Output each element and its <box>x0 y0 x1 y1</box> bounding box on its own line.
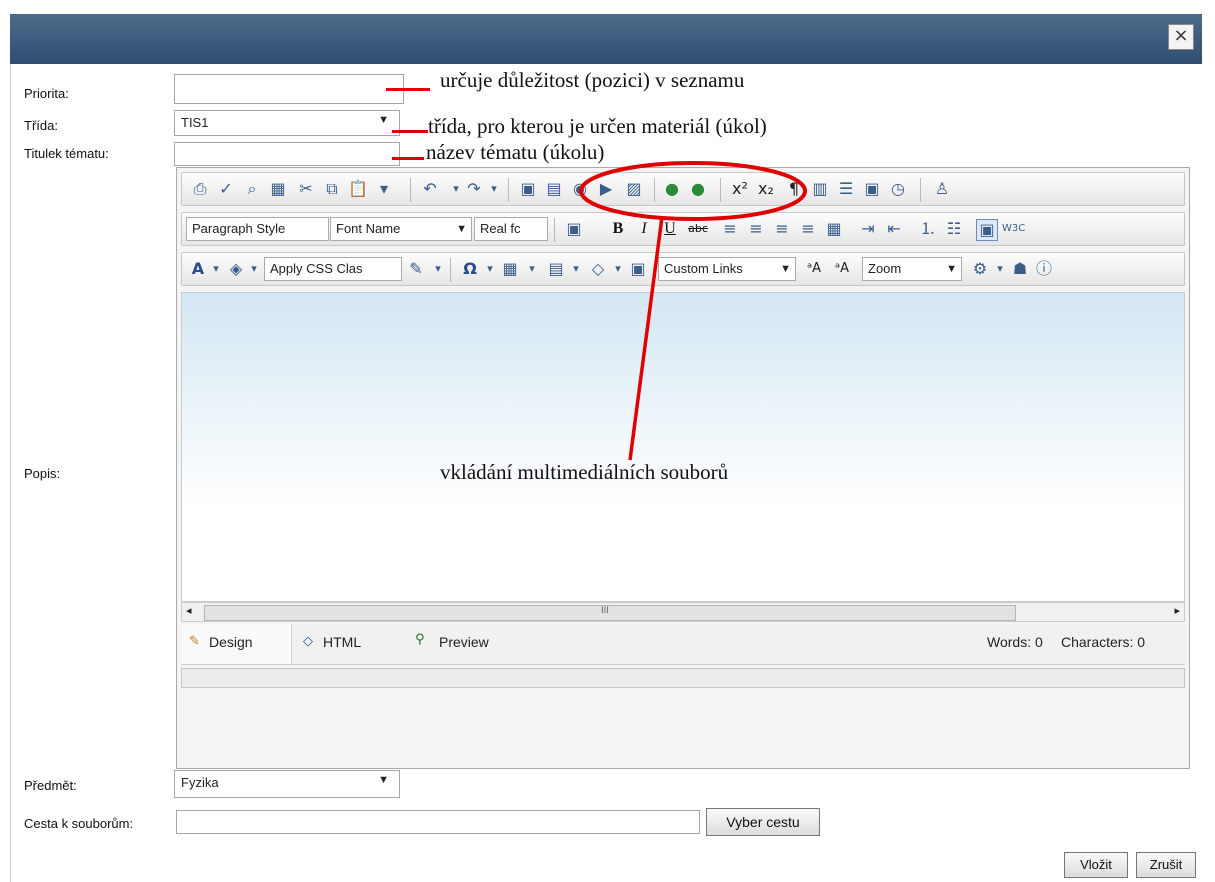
cancel-button[interactable]: Zrušit <box>1136 852 1196 878</box>
multimedia-annotation: vkládání multimediálních souborů <box>440 460 729 484</box>
annotation-overlay <box>579 161 807 461</box>
insert-button[interactable]: Vložit <box>1064 852 1128 878</box>
multimedia-highlight-ellipse <box>579 161 807 221</box>
multimedia-pointer-line <box>628 216 664 461</box>
